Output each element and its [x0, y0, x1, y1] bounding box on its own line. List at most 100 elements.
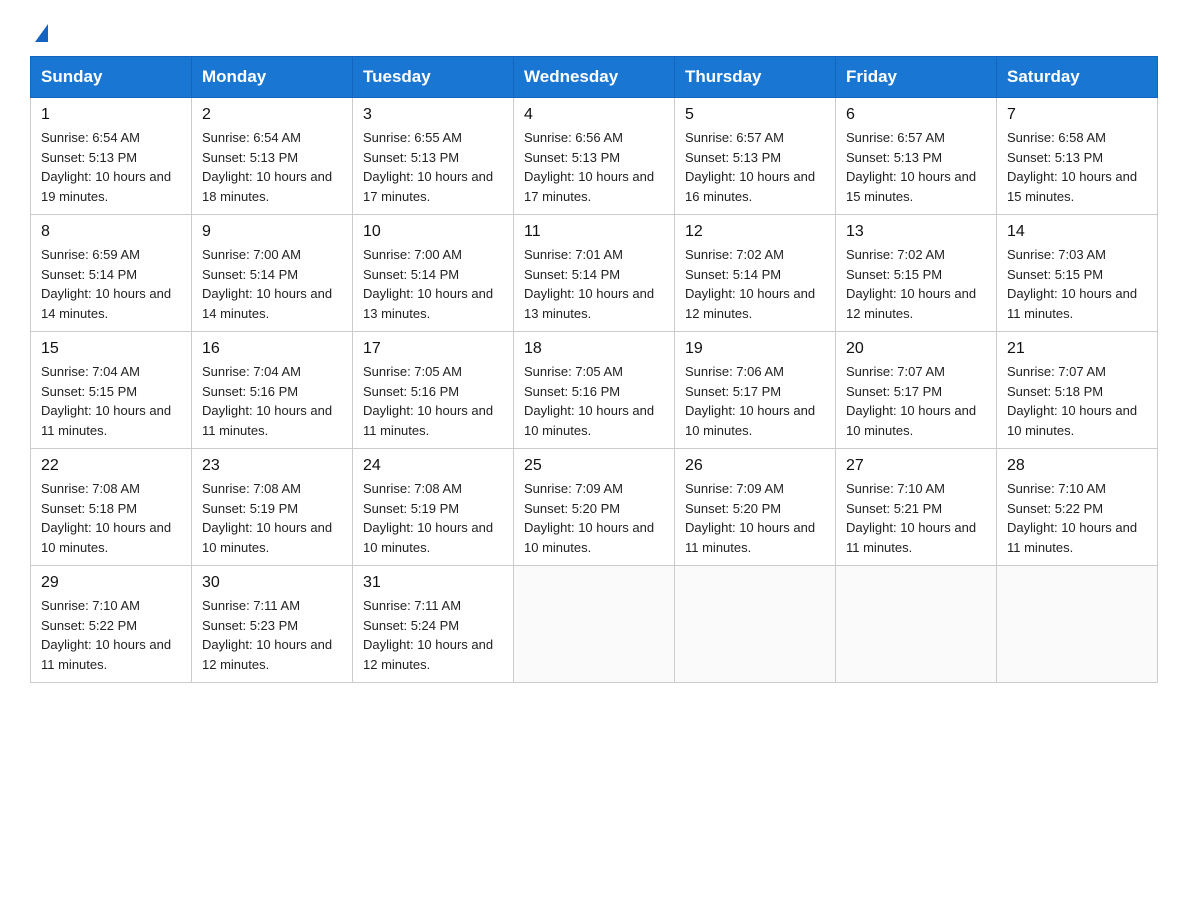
- weekday-header-saturday: Saturday: [997, 57, 1158, 98]
- weekday-header-wednesday: Wednesday: [514, 57, 675, 98]
- calendar-cell: [514, 566, 675, 683]
- calendar-cell: 30 Sunrise: 7:11 AMSunset: 5:23 PMDayligh…: [192, 566, 353, 683]
- day-info: Sunrise: 7:02 AMSunset: 5:14 PMDaylight:…: [685, 245, 825, 323]
- calendar-cell: 24 Sunrise: 7:08 AMSunset: 5:19 PMDayligh…: [353, 449, 514, 566]
- day-number: 25: [524, 457, 664, 475]
- day-info: Sunrise: 7:08 AMSunset: 5:19 PMDaylight:…: [363, 479, 503, 557]
- weekday-header-sunday: Sunday: [31, 57, 192, 98]
- day-info: Sunrise: 6:59 AMSunset: 5:14 PMDaylight:…: [41, 245, 181, 323]
- day-info: Sunrise: 7:01 AMSunset: 5:14 PMDaylight:…: [524, 245, 664, 323]
- day-info: Sunrise: 7:04 AMSunset: 5:16 PMDaylight:…: [202, 362, 342, 440]
- day-number: 12: [685, 223, 825, 241]
- calendar-cell: 10 Sunrise: 7:00 AMSunset: 5:14 PMDayligh…: [353, 215, 514, 332]
- calendar-cell: 15 Sunrise: 7:04 AMSunset: 5:15 PMDayligh…: [31, 332, 192, 449]
- day-info: Sunrise: 7:09 AMSunset: 5:20 PMDaylight:…: [685, 479, 825, 557]
- day-number: 18: [524, 340, 664, 358]
- calendar-cell: 13 Sunrise: 7:02 AMSunset: 5:15 PMDayligh…: [836, 215, 997, 332]
- calendar-cell: 19Sunrise: 7:06 AMSunset: 5:17 PMDayligh…: [675, 332, 836, 449]
- day-number: 30: [202, 574, 342, 592]
- day-number: 11: [524, 223, 664, 241]
- day-info: Sunrise: 7:00 AMSunset: 5:14 PMDaylight:…: [202, 245, 342, 323]
- day-number: 3: [363, 106, 503, 124]
- calendar-cell: 14 Sunrise: 7:03 AMSunset: 5:15 PMDayligh…: [997, 215, 1158, 332]
- day-number: 27: [846, 457, 986, 475]
- day-number: 21: [1007, 340, 1147, 358]
- calendar-cell: 27Sunrise: 7:10 AMSunset: 5:21 PMDayligh…: [836, 449, 997, 566]
- day-info: Sunrise: 7:02 AMSunset: 5:15 PMDaylight:…: [846, 245, 986, 323]
- day-number: 22: [41, 457, 181, 475]
- day-number: 29: [41, 574, 181, 592]
- day-number: 14: [1007, 223, 1147, 241]
- day-number: 8: [41, 223, 181, 241]
- day-info: Sunrise: 6:56 AMSunset: 5:13 PMDaylight:…: [524, 128, 664, 206]
- day-number: 2: [202, 106, 342, 124]
- day-info: Sunrise: 7:10 AMSunset: 5:22 PMDaylight:…: [41, 596, 181, 674]
- day-number: 10: [363, 223, 503, 241]
- calendar-cell: 9Sunrise: 7:00 AMSunset: 5:14 PMDaylight…: [192, 215, 353, 332]
- day-info: Sunrise: 7:09 AMSunset: 5:20 PMDaylight:…: [524, 479, 664, 557]
- day-info: Sunrise: 7:00 AMSunset: 5:14 PMDaylight:…: [363, 245, 503, 323]
- calendar-cell: [675, 566, 836, 683]
- weekday-header-tuesday: Tuesday: [353, 57, 514, 98]
- day-number: 17: [363, 340, 503, 358]
- day-info: Sunrise: 7:05 AMSunset: 5:16 PMDaylight:…: [524, 362, 664, 440]
- week-row-4: 22 Sunrise: 7:08 AMSunset: 5:18 PMDayligh…: [31, 449, 1158, 566]
- calendar-cell: 22 Sunrise: 7:08 AMSunset: 5:18 PMDayligh…: [31, 449, 192, 566]
- day-info: Sunrise: 6:57 AMSunset: 5:13 PMDaylight:…: [846, 128, 986, 206]
- calendar-cell: 18 Sunrise: 7:05 AMSunset: 5:16 PMDayligh…: [514, 332, 675, 449]
- day-number: 23: [202, 457, 342, 475]
- day-number: 5: [685, 106, 825, 124]
- calendar-cell: 16 Sunrise: 7:04 AMSunset: 5:16 PMDayligh…: [192, 332, 353, 449]
- day-number: 4: [524, 106, 664, 124]
- day-number: 15: [41, 340, 181, 358]
- calendar-cell: 21Sunrise: 7:07 AMSunset: 5:18 PMDayligh…: [997, 332, 1158, 449]
- weekday-header-thursday: Thursday: [675, 57, 836, 98]
- week-row-2: 8 Sunrise: 6:59 AMSunset: 5:14 PMDaylight…: [31, 215, 1158, 332]
- calendar-cell: 2 Sunrise: 6:54 AMSunset: 5:13 PMDaylight…: [192, 98, 353, 215]
- day-number: 16: [202, 340, 342, 358]
- calendar-cell: 20Sunrise: 7:07 AMSunset: 5:17 PMDayligh…: [836, 332, 997, 449]
- day-info: Sunrise: 6:54 AMSunset: 5:13 PMDaylight:…: [41, 128, 181, 206]
- weekday-header-row: SundayMondayTuesdayWednesdayThursdayFrid…: [31, 57, 1158, 98]
- day-number: 6: [846, 106, 986, 124]
- calendar-cell: 12 Sunrise: 7:02 AMSunset: 5:14 PMDayligh…: [675, 215, 836, 332]
- calendar-cell: 3Sunrise: 6:55 AMSunset: 5:13 PMDaylight…: [353, 98, 514, 215]
- calendar-cell: 11 Sunrise: 7:01 AMSunset: 5:14 PMDayligh…: [514, 215, 675, 332]
- calendar-cell: 28 Sunrise: 7:10 AMSunset: 5:22 PMDayligh…: [997, 449, 1158, 566]
- day-number: 7: [1007, 106, 1147, 124]
- weekday-header-friday: Friday: [836, 57, 997, 98]
- day-info: Sunrise: 6:58 AMSunset: 5:13 PMDaylight:…: [1007, 128, 1147, 206]
- day-info: Sunrise: 7:11 AMSunset: 5:24 PMDaylight:…: [363, 596, 503, 674]
- calendar-cell: 5Sunrise: 6:57 AMSunset: 5:13 PMDaylight…: [675, 98, 836, 215]
- logo: [30, 20, 48, 38]
- day-info: Sunrise: 6:54 AMSunset: 5:13 PMDaylight:…: [202, 128, 342, 206]
- day-info: Sunrise: 7:08 AMSunset: 5:19 PMDaylight:…: [202, 479, 342, 557]
- day-info: Sunrise: 7:07 AMSunset: 5:17 PMDaylight:…: [846, 362, 986, 440]
- day-number: 13: [846, 223, 986, 241]
- calendar-cell: 26 Sunrise: 7:09 AMSunset: 5:20 PMDayligh…: [675, 449, 836, 566]
- day-number: 24: [363, 457, 503, 475]
- week-row-5: 29 Sunrise: 7:10 AMSunset: 5:22 PMDayligh…: [31, 566, 1158, 683]
- calendar-cell: 7 Sunrise: 6:58 AMSunset: 5:13 PMDaylight…: [997, 98, 1158, 215]
- day-number: 26: [685, 457, 825, 475]
- calendar-cell: 4 Sunrise: 6:56 AMSunset: 5:13 PMDaylight…: [514, 98, 675, 215]
- calendar-cell: 6 Sunrise: 6:57 AMSunset: 5:13 PMDaylight…: [836, 98, 997, 215]
- day-number: 1: [41, 106, 181, 124]
- calendar-cell: 1 Sunrise: 6:54 AMSunset: 5:13 PMDaylight…: [31, 98, 192, 215]
- logo-triangle-icon: [35, 24, 48, 42]
- week-row-1: 1 Sunrise: 6:54 AMSunset: 5:13 PMDaylight…: [31, 98, 1158, 215]
- day-number: 19: [685, 340, 825, 358]
- calendar-cell: 29 Sunrise: 7:10 AMSunset: 5:22 PMDayligh…: [31, 566, 192, 683]
- weekday-header-monday: Monday: [192, 57, 353, 98]
- day-info: Sunrise: 7:04 AMSunset: 5:15 PMDaylight:…: [41, 362, 181, 440]
- day-info: Sunrise: 7:11 AMSunset: 5:23 PMDaylight:…: [202, 596, 342, 674]
- day-info: Sunrise: 7:08 AMSunset: 5:18 PMDaylight:…: [41, 479, 181, 557]
- day-info: Sunrise: 7:10 AMSunset: 5:22 PMDaylight:…: [1007, 479, 1147, 557]
- day-info: Sunrise: 7:03 AMSunset: 5:15 PMDaylight:…: [1007, 245, 1147, 323]
- page-header: [30, 20, 1158, 38]
- day-number: 31: [363, 574, 503, 592]
- calendar-cell: [997, 566, 1158, 683]
- calendar-cell: 25 Sunrise: 7:09 AMSunset: 5:20 PMDayligh…: [514, 449, 675, 566]
- calendar-cell: 23 Sunrise: 7:08 AMSunset: 5:19 PMDayligh…: [192, 449, 353, 566]
- day-number: 28: [1007, 457, 1147, 475]
